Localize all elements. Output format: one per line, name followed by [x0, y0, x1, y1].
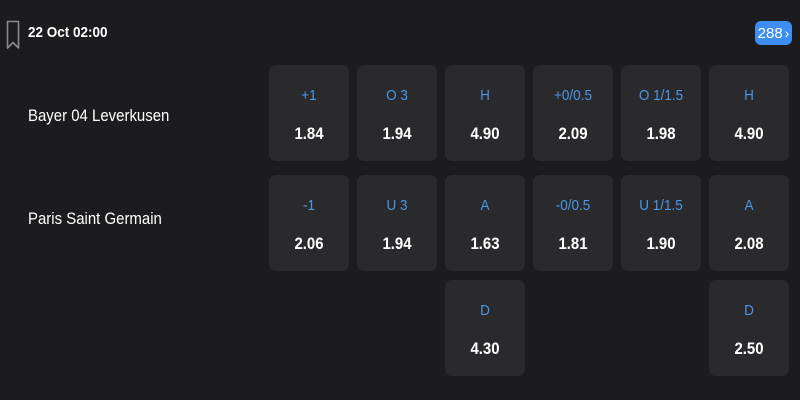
odds-value: 4.90 — [470, 124, 500, 143]
odds-cell-home-handicap[interactable]: +1 1.84 — [269, 65, 349, 161]
bookmark-icon[interactable] — [6, 20, 20, 50]
odds-label: D — [744, 302, 754, 319]
odds-value: 1.98 — [646, 124, 676, 143]
odds-label: -1 — [302, 197, 316, 214]
chevron-right-icon: › — [784, 25, 790, 41]
odds-value: 1.63 — [470, 234, 500, 253]
odds-label: H — [744, 87, 754, 104]
odds-value: 1.81 — [558, 234, 588, 253]
more-markets-button[interactable]: 288 › — [755, 21, 792, 45]
odds-value: 2.09 — [558, 124, 588, 143]
odds-value: 2.50 — [734, 339, 764, 358]
odds-cell-away-win[interactable]: A 1.63 — [445, 175, 525, 271]
odds-label: +0/0.5 — [554, 87, 592, 104]
odds-value: 4.30 — [470, 339, 500, 358]
odds-label: H — [480, 87, 490, 104]
odds-cell-away-handicap[interactable]: -1 2.06 — [269, 175, 349, 271]
odds-value: 2.08 — [734, 234, 764, 253]
home-team-name: Bayer 04 Leverkusen — [28, 106, 170, 125]
odds-value: 4.90 — [734, 124, 764, 143]
odds-value: 2.06 — [294, 234, 324, 253]
match-time: 22 Oct 02:00 — [28, 24, 108, 41]
odds-label: A — [480, 197, 490, 214]
odds-label: -0/0.5 — [555, 197, 591, 214]
odds-cell-over[interactable]: O 3 1.94 — [357, 65, 437, 161]
odds-label: D — [480, 302, 490, 319]
odds-value: 1.94 — [382, 124, 412, 143]
odds-cell-away-win-1h[interactable]: A 2.08 — [709, 175, 789, 271]
odds-label: U 3 — [386, 197, 408, 214]
odds-cell-draw[interactable]: D 4.30 — [445, 280, 525, 376]
odds-cell-under-1h[interactable]: U 1/1.5 1.90 — [621, 175, 701, 271]
odds-cell-home-win[interactable]: H 4.90 — [445, 65, 525, 161]
odds-label: A — [744, 197, 754, 214]
odds-cell-home-win-1h[interactable]: H 4.90 — [709, 65, 789, 161]
more-markets-count: 288 — [757, 24, 783, 42]
odds-label: O 1/1.5 — [638, 87, 684, 104]
odds-label: U 1/1.5 — [639, 197, 683, 214]
odds-value: 1.90 — [646, 234, 676, 253]
odds-cell-under[interactable]: U 3 1.94 — [357, 175, 437, 271]
odds-cell-draw-1h[interactable]: D 2.50 — [709, 280, 789, 376]
odds-label: +1 — [301, 87, 317, 104]
odds-cell-over-1h[interactable]: O 1/1.5 1.98 — [621, 65, 701, 161]
odds-cell-home-handicap-1h[interactable]: +0/0.5 2.09 — [533, 65, 613, 161]
odds-value: 1.94 — [382, 234, 412, 253]
odds-label: O 3 — [386, 87, 408, 104]
odds-value: 1.84 — [294, 124, 324, 143]
odds-cell-away-handicap-1h[interactable]: -0/0.5 1.81 — [533, 175, 613, 271]
away-team-name: Paris Saint Germain — [28, 209, 162, 228]
